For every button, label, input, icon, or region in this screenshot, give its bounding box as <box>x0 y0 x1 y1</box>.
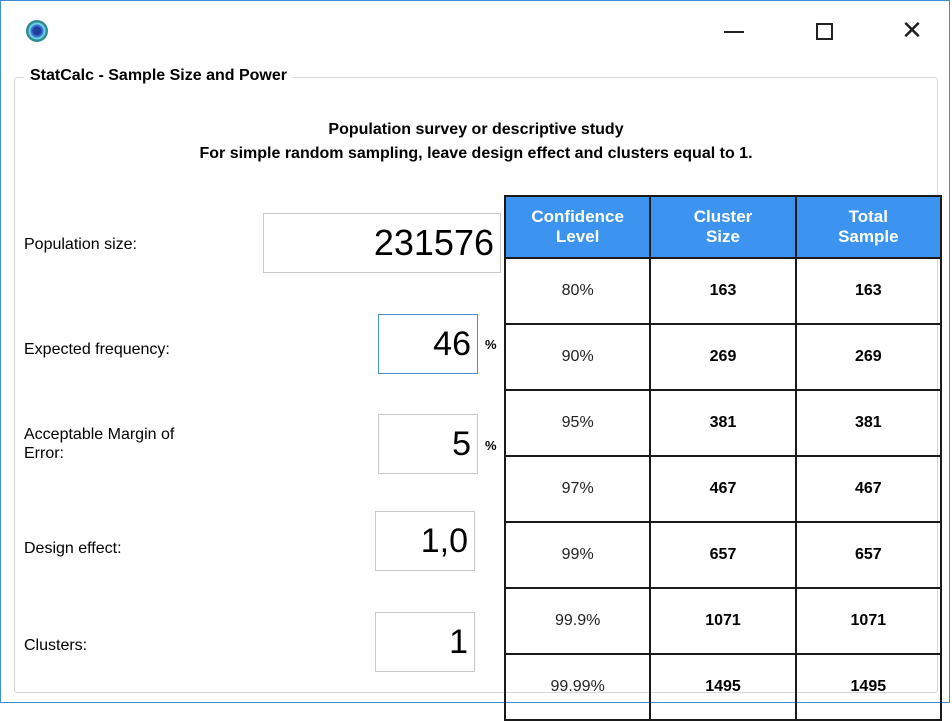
margin-of-error-label-line2: Error: <box>24 445 64 462</box>
margin-of-error-input[interactable]: 5 <box>378 414 478 474</box>
table-row: 99% 657 657 <box>503 521 943 589</box>
clusters-label: Clusters: <box>24 637 88 654</box>
close-icon: ✕ <box>901 16 923 46</box>
study-type-heading: Population survey or descriptive study <box>328 121 624 138</box>
cluster-size-cell: 657 <box>649 521 797 589</box>
table-row: 90% 269 269 <box>503 323 943 391</box>
header-cluster-size: Cluster Size <box>649 195 797 259</box>
app-logo-icon[interactable] <box>26 20 48 42</box>
cluster-size-cell: 269 <box>649 323 797 391</box>
confidence-cell: 90% <box>503 323 652 391</box>
confidence-cell: 99.9% <box>503 587 652 655</box>
clusters-input[interactable]: 1 <box>375 612 475 672</box>
total-sample-cell: 657 <box>794 521 943 589</box>
margin-of-error-unit: % <box>485 438 497 453</box>
expected-frequency-label: Expected frequency: <box>24 341 170 358</box>
cluster-size-cell: 1495 <box>649 653 797 721</box>
total-sample-cell: 163 <box>794 257 943 325</box>
table-row: 80% 163 163 <box>503 257 943 325</box>
population-size-label: Population size: <box>24 236 137 253</box>
cluster-size-cell: 381 <box>649 389 797 457</box>
minimize-icon <box>724 31 744 33</box>
header-line: Sample <box>838 227 899 246</box>
header-line: Size <box>705 227 740 246</box>
total-sample-cell: 381 <box>794 389 943 457</box>
sampling-instructions: For simple random sampling, leave design… <box>199 145 753 162</box>
table-row: 97% 467 467 <box>503 455 943 523</box>
margin-of-error-label-line1: Acceptable Margin of <box>24 426 175 443</box>
population-size-input[interactable]: 231576 <box>263 213 501 273</box>
total-sample-cell: 1495 <box>794 653 943 721</box>
cluster-size-cell: 467 <box>649 455 797 523</box>
design-effect-input[interactable]: 1,0 <box>375 511 475 571</box>
total-sample-cell: 467 <box>794 455 943 523</box>
table-row: 95% 381 381 <box>503 389 943 457</box>
expected-frequency-unit: % <box>485 337 497 352</box>
maximize-button[interactable] <box>801 11 847 51</box>
confidence-cell: 80% <box>503 257 652 325</box>
confidence-cell: 97% <box>503 455 652 523</box>
header-line: Cluster <box>693 207 753 226</box>
header-confidence-level: Confidence Level <box>503 195 652 259</box>
total-sample-cell: 269 <box>794 323 943 391</box>
confidence-cell: 95% <box>503 389 652 457</box>
header-line: Level <box>555 227 600 246</box>
header-line: Confidence <box>531 207 624 226</box>
results-table: Confidence Level Cluster Size Total Samp… <box>503 195 943 721</box>
table-header-row: Confidence Level Cluster Size Total Samp… <box>503 195 943 259</box>
close-button[interactable]: ✕ <box>889 11 935 51</box>
expected-frequency-input[interactable]: 46 <box>378 314 478 374</box>
table-row: 99.99% 1495 1495 <box>503 653 943 721</box>
header-line: Total <box>848 207 888 226</box>
title-bar[interactable]: ✕ <box>1 1 949 63</box>
minimize-button[interactable] <box>711 11 757 51</box>
confidence-cell: 99% <box>503 521 652 589</box>
cluster-size-cell: 163 <box>649 257 797 325</box>
design-effect-label: Design effect: <box>24 540 122 557</box>
total-sample-cell: 1071 <box>794 587 943 655</box>
cluster-size-cell: 1071 <box>649 587 797 655</box>
table-row: 99.9% 1071 1071 <box>503 587 943 655</box>
group-title: StatCalc - Sample Size and Power <box>24 67 293 85</box>
confidence-cell: 99.99% <box>503 653 652 721</box>
header-total-sample: Total Sample <box>794 195 943 259</box>
maximize-icon <box>815 22 833 40</box>
